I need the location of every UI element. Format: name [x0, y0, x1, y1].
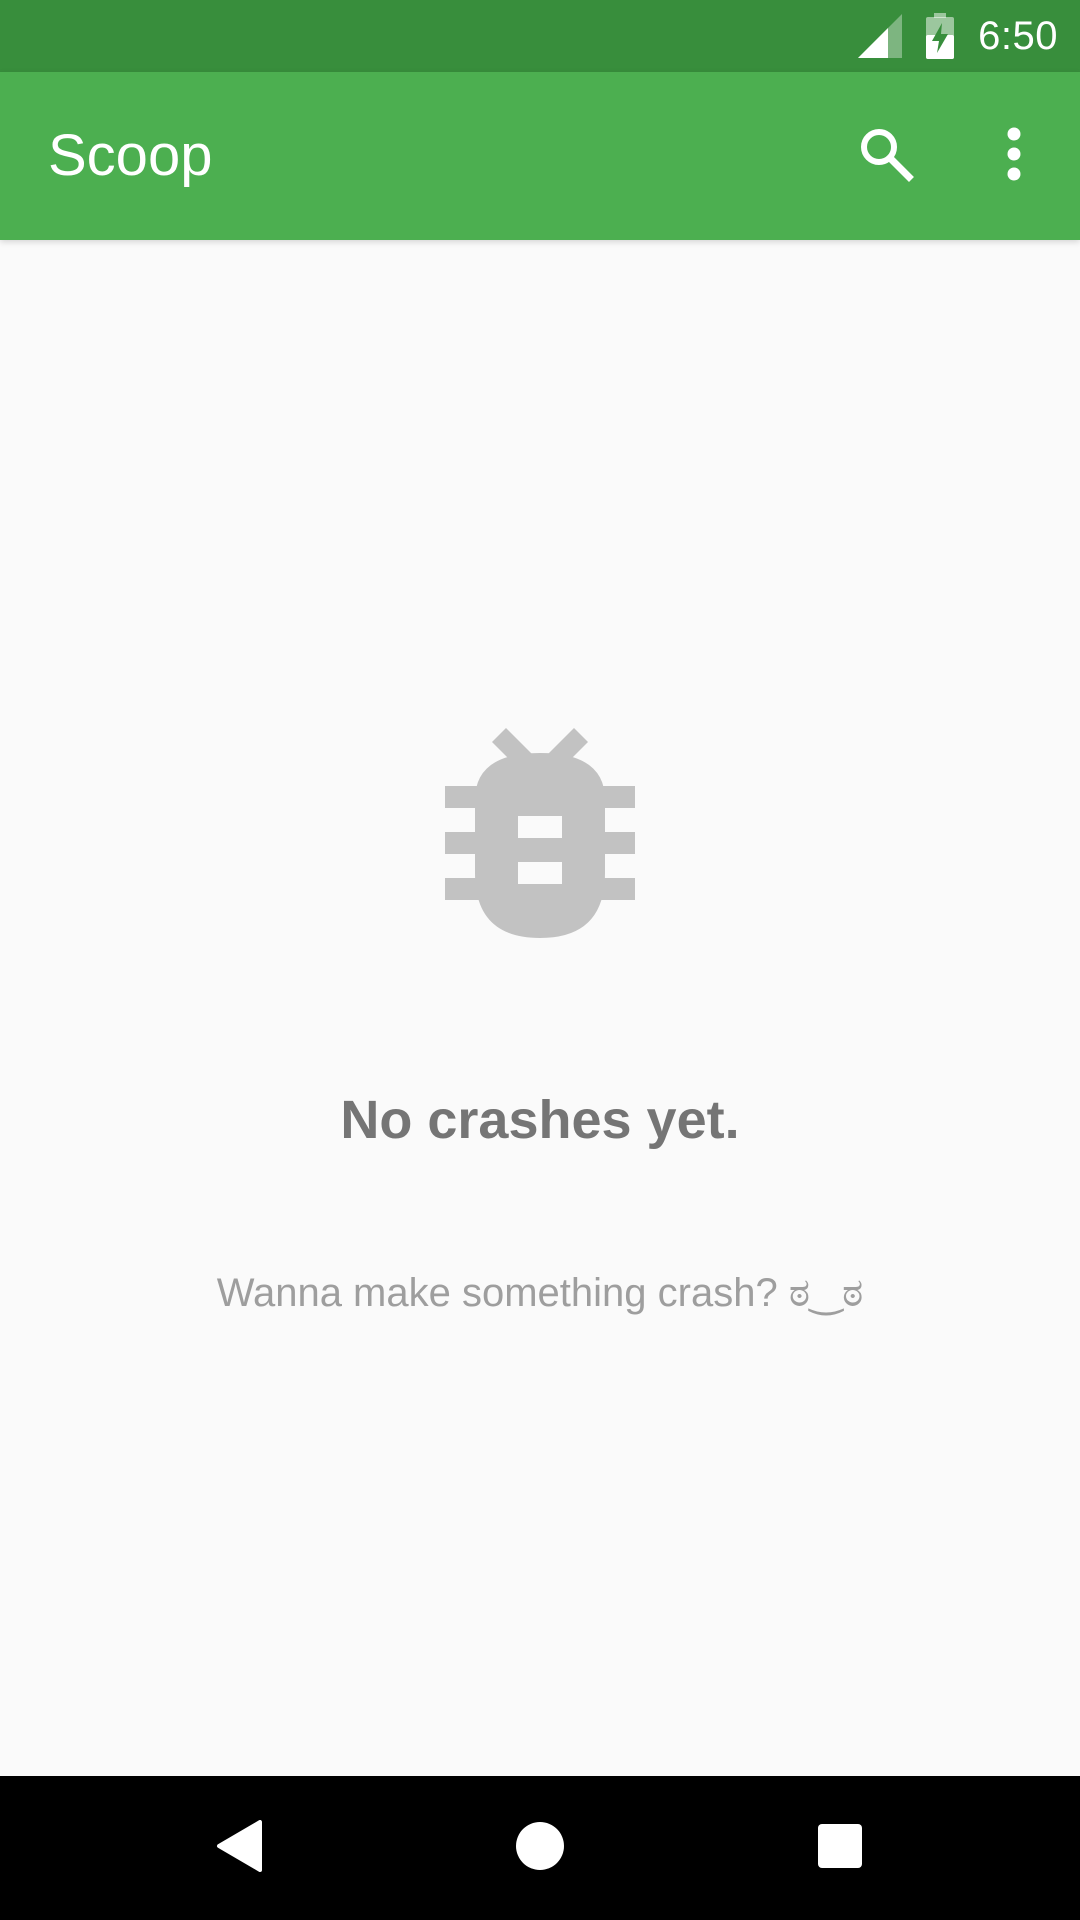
status-icons: 6:50 — [858, 0, 1058, 72]
more-vert-icon — [1004, 126, 1024, 187]
empty-state: No crashes yet. Wanna make something cra… — [0, 240, 1080, 1776]
home-button[interactable] — [492, 1800, 588, 1896]
empty-state-subtitle: Wanna make something crash? ಠ‿ಠ — [216, 1271, 864, 1315]
battery-charging-icon — [926, 13, 955, 59]
back-icon — [216, 1819, 264, 1877]
more-options-button[interactable] — [972, 114, 1056, 198]
back-button[interactable] — [192, 1800, 288, 1896]
empty-state-title: No crashes yet. — [340, 1090, 740, 1150]
recents-button[interactable] — [792, 1800, 888, 1896]
recents-icon — [817, 1823, 863, 1874]
status-time: 6:50 — [978, 14, 1058, 58]
status-bar: 6:50 — [0, 0, 1080, 72]
signal-icon — [858, 14, 903, 58]
toolbar: Scoop — [0, 72, 1080, 240]
search-icon — [856, 124, 916, 189]
bug-icon — [445, 728, 635, 938]
navigation-bar — [0, 1776, 1080, 1920]
app-screen: 6:50 Scoop No crashes yet. Wanna make so… — [0, 0, 1080, 1920]
home-icon — [514, 1820, 566, 1877]
app-title: Scoop — [48, 123, 213, 188]
search-button[interactable] — [844, 114, 928, 198]
